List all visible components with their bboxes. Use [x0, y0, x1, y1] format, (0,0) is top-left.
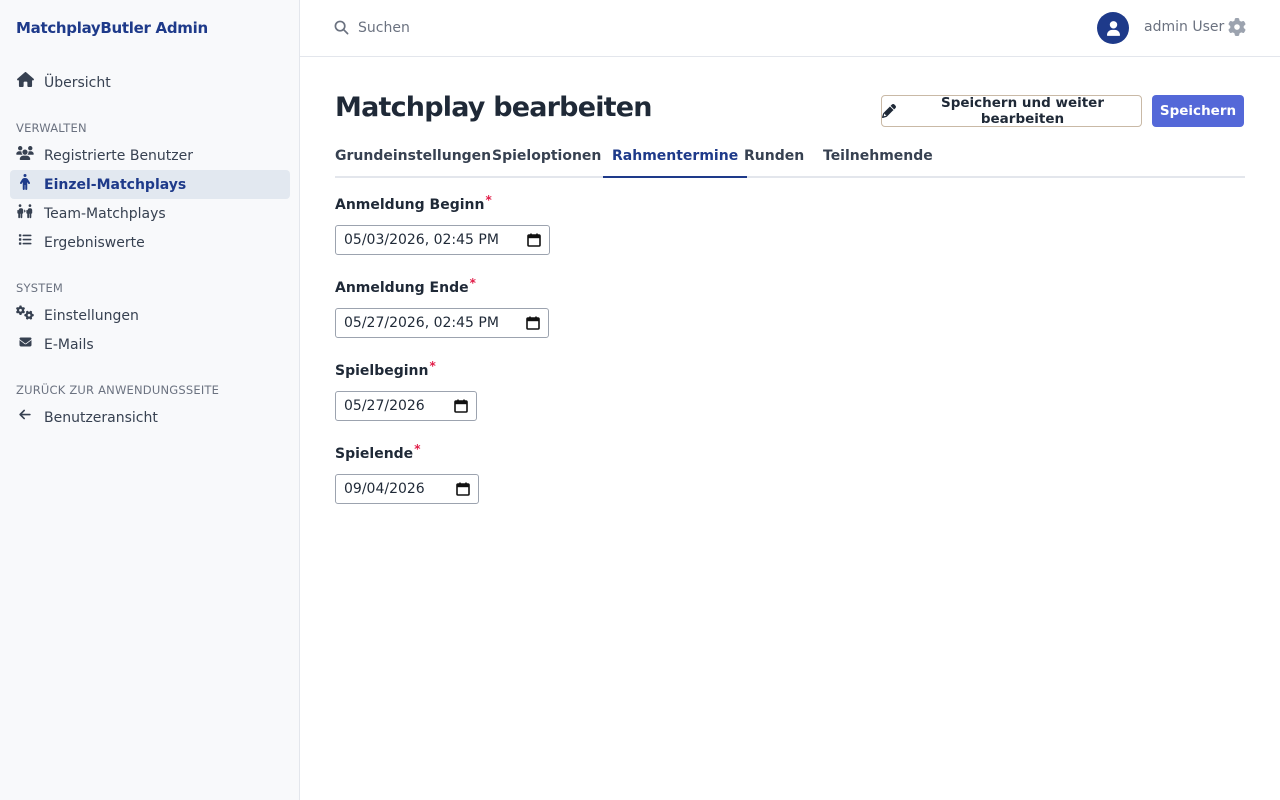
field-label-registration-start: Anmeldung Beginn* [335, 193, 492, 213]
sidebar-item-result-values[interactable]: Ergebniswerte [10, 228, 290, 257]
field-label-text: Anmeldung Ende [335, 280, 469, 296]
save-button[interactable]: Speichern [1152, 95, 1244, 127]
arrow-left-icon [16, 406, 34, 424]
tab-rounds[interactable]: Runden [744, 148, 804, 178]
sidebar-item-overview[interactable]: Übersicht [10, 68, 290, 97]
team-icon [16, 202, 34, 220]
sidebar-item-label: Ergebniswerte [44, 234, 145, 251]
calendar-icon[interactable] [456, 482, 470, 496]
save-and-continue-button[interactable]: Speichern und weiter bearbeiten [881, 95, 1142, 127]
sidebar: MatchplayButler Admin Übersicht Verwalte… [0, 0, 300, 800]
sidebar-item-emails[interactable]: E-Mails [10, 330, 290, 359]
tab-bar: Grundeinstellungen Spieloptionen Rahment… [335, 142, 1245, 178]
list-icon [16, 231, 34, 249]
brand-logo[interactable]: MatchplayButler Admin [16, 19, 208, 37]
person-icon [16, 173, 34, 191]
cogs-icon [16, 304, 34, 322]
sidebar-item-label: Registrierte Benutzer [44, 147, 194, 164]
sidebar-item-label: E-Mails [44, 336, 94, 353]
user-name[interactable]: admin User [1144, 19, 1224, 35]
section-label-back: Zurück zur Anwendungsseite [16, 383, 220, 397]
sidebar-item-label: Einstellungen [44, 307, 139, 324]
pencil-icon [882, 104, 896, 118]
tab-game-options[interactable]: Spieloptionen [492, 148, 601, 178]
users-icon [16, 144, 34, 162]
sidebar-item-label: Benutzeransicht [44, 409, 158, 426]
page-title: Matchplay bearbeiten [335, 92, 653, 123]
required-marker: * [469, 276, 476, 290]
sidebar-item-label: Team-Matchplays [44, 205, 166, 222]
calendar-icon[interactable] [527, 233, 541, 247]
sidebar-item-single-matchplays[interactable]: Einzel-Matchplays [10, 170, 290, 199]
calendar-icon[interactable] [454, 399, 468, 413]
envelope-icon [16, 333, 34, 351]
field-label-text: Spielende [335, 446, 414, 462]
tab-participants[interactable]: Teilnehmende [823, 148, 933, 178]
topbar: admin User [300, 0, 1280, 57]
tab-basic-settings[interactable]: Grundeinstellungen [335, 148, 491, 178]
field-label-game-start: Spielbeginn* [335, 359, 436, 379]
date-value: 05/27/2026 [344, 398, 425, 414]
required-marker: * [429, 359, 436, 373]
required-marker: * [485, 193, 492, 207]
tab-schedule-dates[interactable]: Rahmentermine [603, 148, 748, 178]
user-icon [1106, 20, 1120, 36]
field-label-registration-end: Anmeldung Ende* [335, 276, 476, 296]
sidebar-item-team-matchplays[interactable]: Team-Matchplays [10, 199, 290, 228]
field-label-text: Spielbeginn [335, 363, 429, 379]
registration-end-input[interactable]: 05/27/2026, 02:45 PM [335, 308, 549, 338]
search-input[interactable] [358, 16, 658, 40]
field-label-game-end: Spielende* [335, 442, 420, 462]
date-value: 09/04/2026 [344, 481, 425, 497]
home-icon [16, 71, 34, 89]
sidebar-item-label: Übersicht [44, 74, 111, 91]
section-label-system: System [16, 281, 64, 295]
sidebar-item-user-view[interactable]: Benutzeransicht [10, 403, 290, 432]
date-value: 05/03/2026, 02:45 PM [344, 232, 499, 248]
field-label-text: Anmeldung Beginn [335, 197, 485, 213]
sidebar-item-registered-users[interactable]: Registrierte Benutzer [10, 141, 290, 170]
calendar-icon[interactable] [526, 316, 540, 330]
section-label-manage: Verwalten [16, 121, 87, 135]
game-start-input[interactable]: 05/27/2026 [335, 391, 477, 421]
date-value: 05/27/2026, 02:45 PM [344, 315, 499, 331]
game-end-input[interactable]: 09/04/2026 [335, 474, 479, 504]
gear-icon[interactable] [1228, 18, 1246, 36]
required-marker: * [414, 442, 421, 456]
sidebar-item-settings[interactable]: Einstellungen [10, 301, 290, 330]
save-and-continue-label: Speichern und weiter bearbeiten [940, 95, 1104, 127]
avatar[interactable] [1097, 12, 1129, 44]
registration-start-input[interactable]: 05/03/2026, 02:45 PM [335, 225, 550, 255]
sidebar-item-label: Einzel-Matchplays [44, 176, 187, 193]
search-icon [334, 20, 350, 36]
